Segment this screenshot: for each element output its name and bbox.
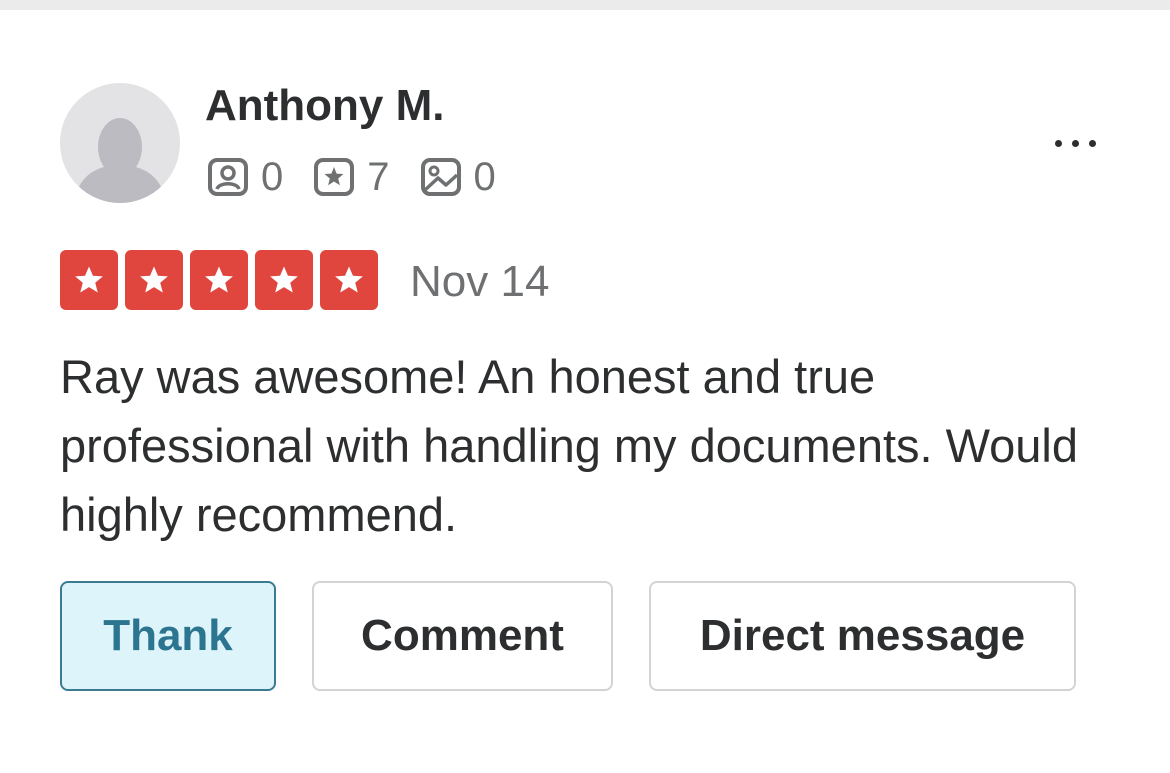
more-options-icon	[1054, 139, 1062, 147]
photos-icon	[420, 158, 461, 196]
friends-stat: 0	[207, 155, 283, 199]
review-date: Nov 14	[410, 257, 550, 306]
review-card: Anthony M. 0 7 0 Nov 14 Ray was awesome!…	[0, 10, 1170, 773]
more-options-button[interactable]	[1040, 128, 1110, 158]
more-options-icon	[1071, 139, 1079, 147]
top-divider	[0, 0, 1170, 10]
photos-stat: 0	[420, 155, 496, 199]
user-avatar[interactable]	[60, 83, 180, 203]
default-user-avatar-icon	[74, 118, 166, 203]
reviews-stat: 7	[313, 155, 390, 199]
star-icon	[60, 250, 118, 310]
more-options-icon	[1088, 139, 1096, 147]
thank-button[interactable]: Thank	[60, 581, 276, 691]
star-icon	[190, 250, 248, 310]
reviews-count: 7	[367, 155, 390, 199]
user-stats: 0 7 0	[207, 155, 526, 199]
star-icon	[320, 250, 378, 310]
friends-icon	[208, 158, 248, 196]
review-text: Ray was awesome! An honest and true prof…	[60, 350, 1079, 541]
star-icon	[255, 250, 313, 310]
comment-button[interactable]: Comment	[312, 581, 613, 691]
star-rating	[60, 250, 378, 310]
user-name[interactable]: Anthony M.	[205, 82, 445, 130]
reviews-icon	[314, 158, 355, 196]
direct-message-button[interactable]: Direct message	[649, 581, 1076, 691]
friends-count: 0	[261, 155, 284, 199]
star-icon	[125, 250, 183, 310]
photos-count: 0	[473, 155, 496, 199]
